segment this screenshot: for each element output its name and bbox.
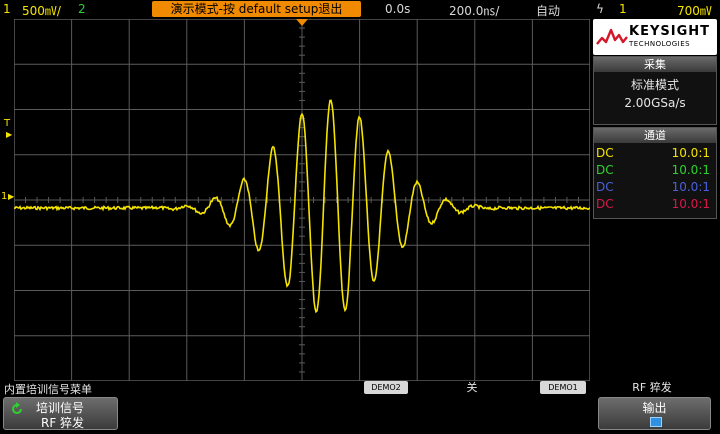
keysight-wave-icon: [596, 28, 628, 45]
time-scale[interactable]: 200.0㎱/: [449, 2, 499, 19]
time-delay[interactable]: 0.0s: [385, 2, 410, 16]
ch1-vertical-scale[interactable]: 500㎷/: [22, 2, 61, 19]
channel-probe-ratio: 10.0:1: [671, 197, 710, 211]
channel-row-2[interactable]: DC 10.0:1: [594, 162, 716, 179]
waveform-display[interactable]: [14, 19, 590, 381]
trigger-level-arrow-icon: ▶: [6, 130, 13, 139]
channel-panel[interactable]: 通道 DC 10.0:1 DC 10.0:1 DC 10.0:1 DC 10.0:1: [593, 127, 717, 219]
demo1-tag: DEMO1: [540, 381, 586, 394]
channel-row-1[interactable]: DC 10.0:1: [594, 145, 716, 162]
channel-probe-ratio: 10.0:1: [671, 180, 710, 194]
trigger-slope-icon: ϟ: [596, 2, 604, 16]
grid-lines: [14, 19, 590, 381]
acquisition-panel[interactable]: 采集 标准模式 2.00GSa/s: [593, 56, 717, 125]
training-signal-softkey[interactable]: 培训信号 RF 猝发: [3, 397, 118, 430]
rotate-knob-icon: [12, 402, 22, 414]
menu-title: 内置培训信号菜单: [4, 383, 92, 396]
brand-name: KEYSIGHT: [629, 24, 710, 39]
channel-header: 通道: [594, 128, 716, 143]
acquisition-header: 采集: [594, 57, 716, 72]
channel-row-4[interactable]: DC 10.0:1: [594, 196, 716, 213]
trigger-position-marker: [296, 19, 308, 26]
channel-probe-ratio: 10.0:1: [671, 163, 710, 177]
graticule: [14, 19, 590, 381]
output-label: 输出: [642, 401, 667, 415]
channel-coupling: DC: [596, 180, 614, 194]
demo2-value: 关: [466, 381, 478, 394]
trigger-level[interactable]: 700㎷: [677, 2, 712, 19]
channel-row-3[interactable]: DC 10.0:1: [594, 179, 716, 196]
output-toggle-indicator: [650, 417, 662, 427]
output-softkey[interactable]: 输出: [598, 397, 711, 430]
trigger-mode[interactable]: 自动: [536, 2, 560, 19]
demo-mode-banner: 演示模式-按 default setup退出: [152, 1, 361, 17]
brand-subtitle: TECHNOLOGIES: [629, 40, 691, 48]
status-bar: 1 500㎷/ 2 演示模式-按 default setup退出 0.0s 20…: [0, 0, 720, 19]
ch1-label[interactable]: 1: [3, 2, 11, 16]
channel-coupling: DC: [596, 163, 614, 177]
ch1-ground-arrow-icon: ▶: [8, 192, 15, 201]
demo2-tag: DEMO2: [364, 381, 408, 394]
channel-coupling: DC: [596, 197, 614, 211]
ch1-ground-marker[interactable]: 1: [1, 191, 7, 202]
demo1-value: RF 猝发: [632, 381, 672, 394]
trigger-level-marker[interactable]: T: [4, 118, 10, 129]
ch2-label[interactable]: 2: [78, 2, 86, 16]
training-signal-value: RF 猝发: [41, 416, 85, 430]
acquisition-mode: 标准模式: [630, 78, 679, 92]
brand-logo: KEYSIGHT TECHNOLOGIES: [593, 19, 717, 55]
trigger-source[interactable]: 1: [619, 2, 627, 16]
sample-rate: 2.00GSa/s: [624, 96, 686, 110]
channel-probe-ratio: 10.0:1: [671, 146, 710, 160]
channel-coupling: DC: [596, 146, 614, 160]
